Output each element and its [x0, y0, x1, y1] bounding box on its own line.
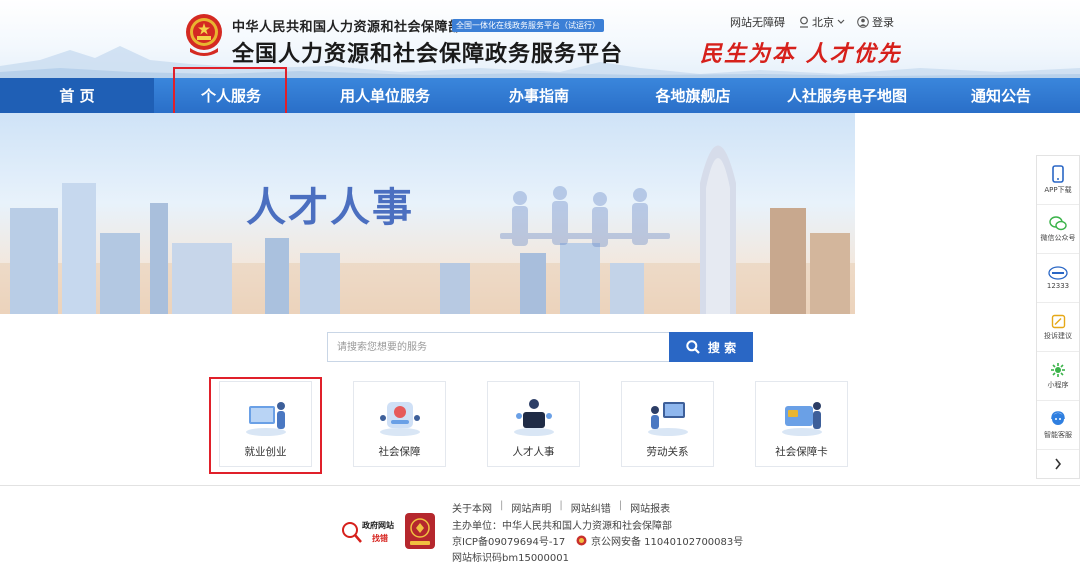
sidebar-label: 微信公众号 [1040, 233, 1076, 242]
nav-label: 通知公告 [970, 87, 1031, 105]
sidebar-label: 12333 [1046, 282, 1070, 290]
service-card-social-security-card[interactable]: 社会保障卡 [755, 381, 848, 467]
edit-note-icon [1051, 314, 1065, 328]
sidebar-item-smart-service[interactable]: 智能客服 [1037, 401, 1079, 450]
city-skyline-illustration [0, 145, 855, 314]
search-button[interactable]: 搜 索 [669, 332, 753, 362]
nav-label: 办事指南 [508, 87, 569, 105]
national-emblem-icon [186, 14, 222, 56]
search-field[interactable] [327, 332, 670, 362]
accessibility-label: 网站无障碍 [730, 16, 785, 29]
footer-link-report[interactable]: 网站报表 [630, 500, 670, 515]
footer-links: 关于本网 | 网站声明 | 网站纠错 | 网站报表 [452, 500, 670, 515]
gov-badge-bottom-text: 找错 [372, 533, 388, 543]
sidebar-item-wechat[interactable]: 微信公众号 [1037, 205, 1079, 254]
slogan: 民生为本 人才优先 [700, 41, 902, 67]
gov-site-error-badge[interactable]: 政府网站 找错 [340, 516, 402, 546]
sidebar-label: APP下载 [1044, 186, 1072, 194]
headset-icon [1051, 411, 1065, 425]
footer-link-statement[interactable]: 网站声明 [511, 500, 551, 515]
main-nav: 首 页 个人服务 用人单位服务 办事指南 各地旗舰店 人社服务电子地图 通知公告 [0, 78, 1080, 113]
sidebar-item-hotline[interactable]: 12333 [1037, 254, 1079, 303]
location-pin-icon [800, 16, 808, 28]
footer-link-correction[interactable]: 网站纠错 [571, 500, 611, 515]
user-icon [857, 16, 869, 28]
search-icon [686, 340, 700, 354]
platform-title: 全国人力资源和社会保障政务服务平台 [232, 42, 624, 67]
footer-host: 主办单位：中华人民共和国人力资源和社会保障部 [452, 521, 672, 532]
service-card-labor-relations[interactable]: 劳动关系 [621, 381, 714, 467]
service-card-label: 社会保障卡 [775, 446, 828, 458]
accessibility-link[interactable]: 网站无障碍 [730, 14, 785, 30]
service-card-talent[interactable]: 人才人事 [487, 381, 580, 467]
sidebar-label: 投诉建议 [1044, 331, 1072, 340]
nav-label: 用人单位服务 [339, 87, 430, 105]
footer-site-id: 网站标识码bm15000001 [452, 553, 569, 564]
hero-banner[interactable]: 人才人事 [0, 113, 855, 314]
labor-relations-illustration-icon [647, 402, 688, 436]
social-security-illustration-icon [379, 402, 420, 436]
nav-item-service-map[interactable]: 人社服务电子地图 [770, 78, 924, 113]
trial-badge: 全国一体化在线政务服务平台（试运行） [452, 19, 604, 32]
search-input[interactable] [328, 333, 669, 361]
mobile-phone-icon [1052, 165, 1064, 183]
sidebar-label: 智能客服 [1044, 431, 1072, 439]
nav-item-employer-services[interactable]: 用人单位服务 [308, 78, 462, 113]
ministry-name: 中华人民共和国人力资源和社会保障部 [232, 20, 462, 35]
party-government-seal-icon[interactable] [404, 512, 436, 550]
mini-program-icon [1051, 363, 1065, 377]
service-card-label: 社会保障 [378, 446, 421, 458]
hotline-12333-icon [1048, 266, 1068, 280]
footer-separator: | [500, 500, 504, 511]
police-badge-icon [576, 535, 587, 546]
site-footer: 关于本网 | 网站声明 | 网站纠错 | 网站报表 主办单位：中华人民共和国人力… [0, 485, 1080, 568]
site-header: 中华人民共和国人力资源和社会保障部 全国一体化在线政务服务平台（试运行） 全国人… [0, 0, 1080, 78]
footer-police-record[interactable]: 京公网安备 11040102700083号 [576, 533, 743, 548]
login-label: 登录 [872, 16, 894, 29]
footer-police-label: 京公网安备 11040102700083号 [591, 537, 744, 548]
page: 中华人民共和国人力资源和社会保障部 全国一体化在线政务服务平台（试运行） 全国人… [0, 0, 1080, 568]
footer-separator: | [559, 500, 563, 511]
social-security-card-illustration-icon [781, 402, 822, 436]
footer-link-about[interactable]: 关于本网 [452, 500, 492, 515]
chevron-right-icon [1055, 458, 1062, 470]
nav-item-home[interactable]: 首 页 [0, 78, 154, 113]
search-button-label: 搜 索 [707, 340, 737, 355]
gov-badge-top-text: 政府网站 [362, 520, 394, 530]
service-card-social-security[interactable]: 社会保障 [353, 381, 446, 467]
nav-item-service-guide[interactable]: 办事指南 [462, 78, 616, 113]
sidebar-label: 小程序 [1047, 381, 1069, 389]
banner-title: 人才人事 [246, 185, 414, 231]
nav-label: 各地旗舰店 [655, 87, 731, 105]
highlight-box-employment [209, 377, 322, 474]
nav-item-local-stores[interactable]: 各地旗舰店 [616, 78, 770, 113]
wechat-icon [1049, 215, 1067, 230]
location-label: 北京 [812, 16, 834, 29]
chevron-down-icon [837, 19, 845, 24]
service-card-label: 劳动关系 [646, 446, 689, 458]
sidebar-item-app-download[interactable]: APP下载 [1037, 156, 1079, 205]
sidebar-item-feedback[interactable]: 投诉建议 [1037, 303, 1079, 352]
location-selector[interactable]: 北京 [799, 14, 845, 30]
footer-icp[interactable]: 京ICP备09079694号-17 [452, 533, 565, 548]
footer-separator: | [618, 500, 623, 511]
nav-item-notices[interactable]: 通知公告 [924, 78, 1078, 113]
service-card-label: 人才人事 [512, 446, 555, 458]
nav-label: 人社服务电子地图 [786, 87, 907, 105]
login-link[interactable]: 登录 [857, 14, 894, 30]
nav-label: 首 页 [59, 87, 95, 105]
sidebar-collapse-button[interactable] [1037, 450, 1079, 478]
talent-illustration-icon [513, 399, 554, 436]
sidebar-item-mini-program[interactable]: 小程序 [1037, 352, 1079, 401]
floating-toolbar: APP下载 微信公众号 12333 投诉建议 小程序 智能客服 [1036, 155, 1080, 479]
